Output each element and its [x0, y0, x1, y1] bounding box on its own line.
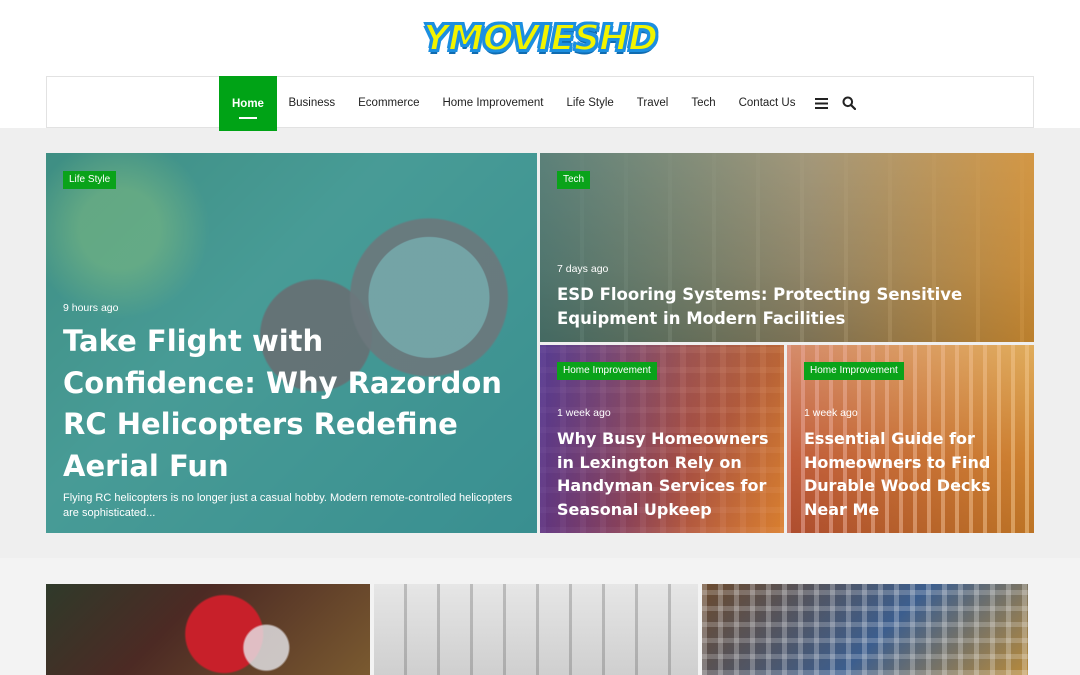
- nav-item-tech[interactable]: Tech: [680, 77, 727, 129]
- search-icon[interactable]: [835, 77, 863, 129]
- post-card-image[interactable]: [46, 584, 370, 675]
- menu-icon[interactable]: [807, 77, 835, 129]
- post-title[interactable]: ESD Flooring Systems: Protecting Sensiti…: [557, 283, 997, 330]
- featured-post[interactable]: Home Improvement 1 week ago Essential Gu…: [787, 345, 1034, 533]
- nav-list: Home Business Ecommerce Home Improvement…: [47, 76, 1035, 131]
- post-excerpt: Flying RC helicopters is no longer just …: [63, 492, 513, 519]
- post-card-image[interactable]: [702, 584, 1028, 675]
- post-time: 1 week ago: [557, 407, 611, 419]
- nav-item-travel[interactable]: Travel: [625, 77, 680, 129]
- post-time: 7 days ago: [557, 263, 609, 275]
- category-badge[interactable]: Life Style: [63, 171, 117, 189]
- post-title[interactable]: Essential Guide for Homeowners to Find D…: [804, 427, 1026, 521]
- nav-item-life-style[interactable]: Life Style: [555, 77, 625, 129]
- category-badge[interactable]: Home Improvement: [804, 362, 904, 380]
- featured-post[interactable]: Home Improvement 1 week ago Why Busy Hom…: [540, 345, 784, 533]
- nav-item-home[interactable]: Home: [219, 76, 277, 131]
- site-logo[interactable]: YMOVIESHD: [422, 14, 659, 64]
- nav-item-business[interactable]: Business: [277, 77, 347, 129]
- nav-item-ecommerce[interactable]: Ecommerce: [347, 77, 431, 129]
- category-badge[interactable]: Home Improvement: [557, 362, 657, 380]
- post-time: 9 hours ago: [63, 302, 119, 314]
- post-title[interactable]: Why Busy Homeowners in Lexington Rely on…: [557, 427, 775, 521]
- post-time: 1 week ago: [804, 407, 858, 419]
- category-badge[interactable]: Tech: [557, 171, 591, 189]
- main-navigation: Home Business Ecommerce Home Improvement…: [46, 76, 1035, 131]
- nav-item-contact-us[interactable]: Contact Us: [727, 77, 807, 129]
- post-card-image[interactable]: [374, 584, 698, 675]
- post-title[interactable]: Take Flight with Confidence: Why Razordo…: [63, 321, 523, 487]
- nav-item-home-improvement[interactable]: Home Improvement: [431, 77, 555, 129]
- logo-container: YMOVIESHD: [0, 14, 1080, 64]
- site-header: YMOVIESHD Home Business Ecommerce Home I…: [0, 0, 1080, 131]
- featured-post[interactable]: Tech 7 days ago ESD Flooring Systems: Pr…: [540, 153, 1034, 342]
- featured-post-large[interactable]: Life Style 9 hours ago Take Flight with …: [46, 153, 537, 533]
